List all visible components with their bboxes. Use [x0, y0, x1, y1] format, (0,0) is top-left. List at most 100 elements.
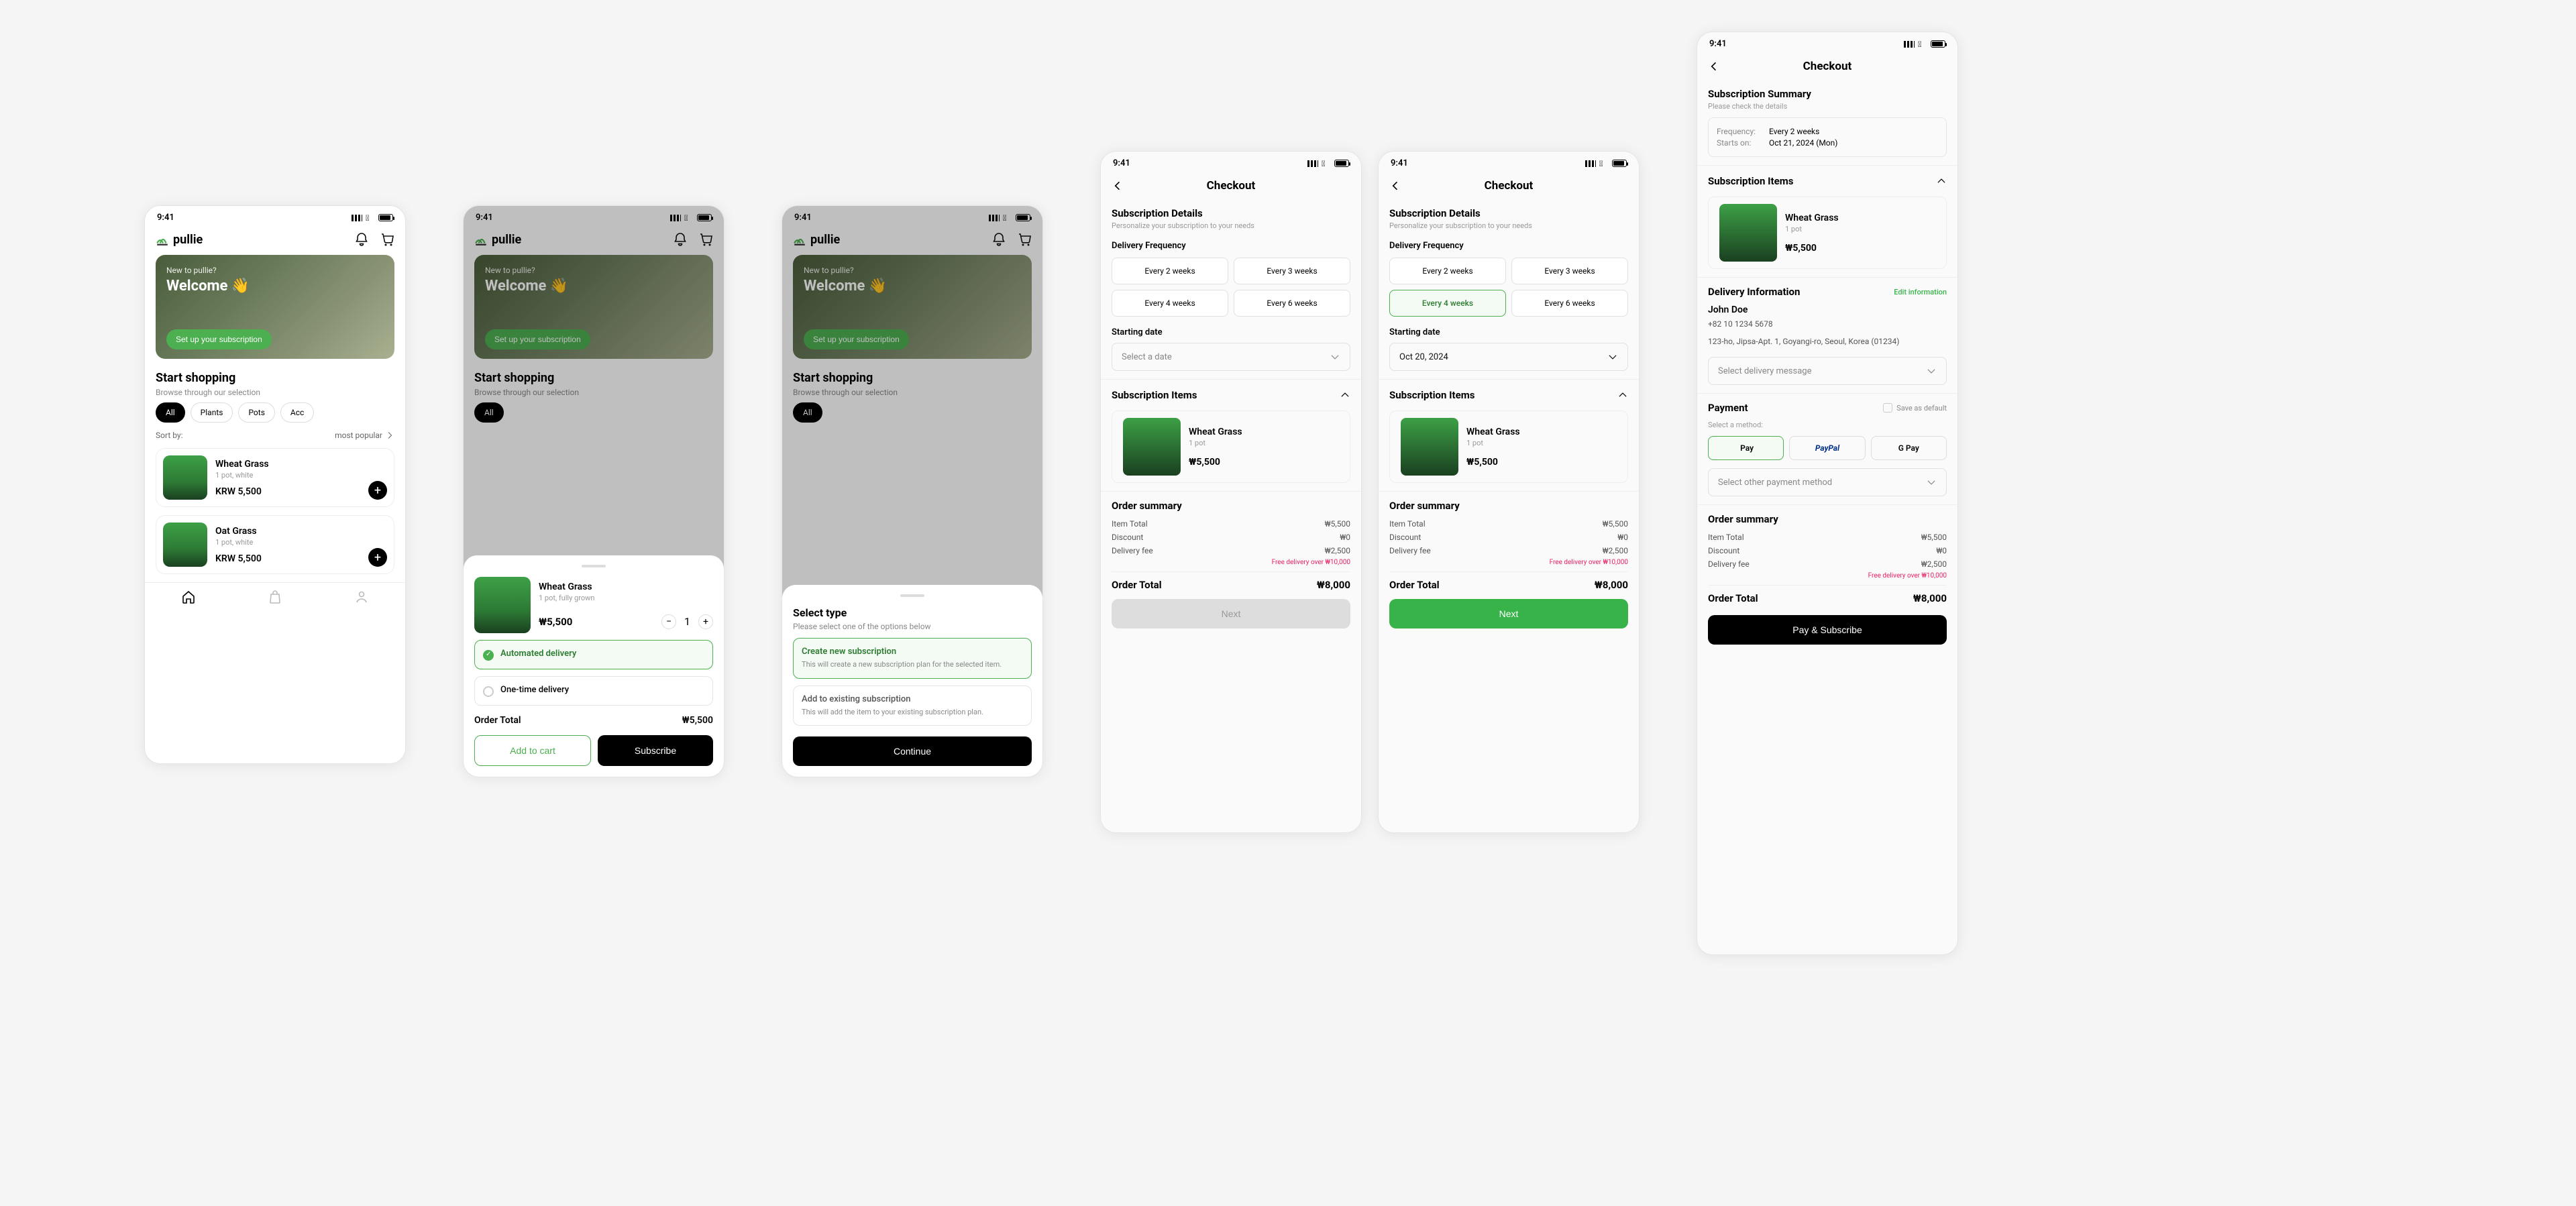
apple-pay-button[interactable]: Pay — [1708, 436, 1784, 460]
logo-icon — [156, 233, 169, 246]
subscription-items-header[interactable]: Subscription Items — [1697, 165, 1957, 197]
increase-button[interactable]: + — [698, 614, 713, 629]
tab-home[interactable] — [181, 590, 196, 604]
notifications-icon[interactable] — [354, 232, 369, 247]
delivery-label: Delivery fee — [1112, 546, 1153, 555]
chevron-down-icon — [1330, 351, 1340, 362]
section-title: Subscription Details — [1112, 207, 1350, 219]
sheet-grabber[interactable] — [900, 594, 924, 597]
subscription-items-header[interactable]: Subscription Items — [1379, 379, 1639, 410]
status-time: 9:41 — [1709, 39, 1727, 49]
continue-button[interactable]: Continue — [793, 736, 1032, 766]
item-total-label: Item Total — [1389, 519, 1426, 529]
screen-checkout-final: 9:41 􀙇 Checkout Subscription Summary Ple… — [1697, 32, 1958, 955]
wifi-icon: 􀙇 — [366, 213, 375, 223]
order-total-label: Order Total — [1112, 579, 1162, 591]
item-name: Wheat Grass — [1189, 427, 1242, 437]
discount-label: Discount — [1389, 533, 1421, 542]
paypal-label: PayPal — [1815, 443, 1839, 453]
category-chip-plants[interactable]: Plants — [191, 402, 233, 423]
product-price: ₩5,500 — [539, 616, 572, 628]
option-automated-delivery[interactable]: Automated delivery — [474, 640, 713, 669]
subscription-items-header[interactable]: Subscription Items — [1101, 379, 1361, 410]
sort-row[interactable]: Sort by: most popular — [145, 423, 405, 448]
option-label: Automated delivery — [500, 649, 576, 659]
freq-6-weeks[interactable]: Every 6 weeks — [1511, 290, 1628, 317]
freq-4-weeks[interactable]: Every 4 weeks — [1389, 290, 1506, 317]
add-to-cart-button[interactable]: Add to cart — [474, 735, 591, 766]
item-name: Wheat Grass — [1785, 213, 1839, 223]
start-date-select[interactable]: Oct 20, 2024 — [1389, 343, 1628, 371]
category-chip-acc[interactable]: Acc — [280, 402, 314, 423]
product-card[interactable]: Wheat Grass 1 pot, white KRW 5,500 + — [156, 448, 394, 507]
battery-icon — [1931, 40, 1945, 48]
start-date-value: Oct 20, 2024 — [1399, 352, 1448, 362]
delivery-label: Delivery fee — [1708, 559, 1750, 569]
add-to-cart-icon[interactable]: + — [368, 548, 387, 567]
add-item-sheet: Wheat Grass 1 pot, fully grown ₩5,500 − … — [464, 555, 724, 777]
screen-add-item: 9:41 􀙇 pullie New to pullie? Welcome 👋 S… — [463, 205, 724, 777]
option-onetime-delivery[interactable]: One-time delivery — [474, 676, 713, 706]
item-total-value: ₩5,500 — [1325, 519, 1350, 529]
option-add-existing-subscription[interactable]: Add to existing subscription This will a… — [793, 686, 1032, 726]
other-payment-select[interactable]: Select other payment method — [1708, 468, 1947, 496]
brand[interactable]: pullie — [156, 233, 203, 247]
back-button[interactable] — [1708, 60, 1720, 72]
back-button[interactable] — [1112, 180, 1124, 192]
shop-subheading: Browse through our selection — [156, 388, 394, 397]
item-image — [1401, 418, 1458, 476]
subscribe-button[interactable]: Subscribe — [598, 735, 713, 766]
sheet-grabber[interactable] — [582, 565, 606, 567]
product-price: KRW 5,500 — [215, 553, 387, 564]
frequency-label: Delivery Frequency — [1389, 241, 1628, 251]
signal-icon — [352, 215, 362, 221]
discount-label: Discount — [1708, 546, 1739, 555]
category-chip-pots[interactable]: Pots — [238, 402, 274, 423]
category-chips: All Plants Pots Acc — [145, 402, 405, 423]
starts-on-key: Starts on: — [1717, 138, 1764, 148]
save-default-checkbox[interactable] — [1883, 403, 1892, 413]
decrease-button[interactable]: − — [661, 614, 676, 629]
delivery-message-select[interactable]: Select delivery message — [1708, 357, 1947, 385]
quantity-stepper: − 1 + — [661, 614, 713, 629]
item-total-value: ₩5,500 — [1921, 533, 1947, 542]
order-total-value: ₩8,000 — [1913, 592, 1947, 604]
section-title: Delivery Information — [1708, 286, 1800, 298]
page-title: Checkout — [1485, 179, 1534, 193]
cart-icon[interactable] — [380, 232, 394, 247]
section-title: Subscription Items — [1112, 389, 1197, 401]
freq-4-weeks[interactable]: Every 4 weeks — [1112, 290, 1228, 317]
freq-3-weeks[interactable]: Every 3 weeks — [1234, 258, 1350, 284]
option-label: Add to existing subscription — [802, 694, 983, 704]
delivery-value: ₩2,500 — [1603, 546, 1628, 555]
freq-3-weeks[interactable]: Every 3 weeks — [1511, 258, 1628, 284]
chevron-left-icon — [1112, 180, 1124, 192]
paypal-button[interactable]: PayPal — [1789, 436, 1865, 460]
pay-subscribe-button[interactable]: Pay & Subscribe — [1708, 615, 1947, 645]
product-card[interactable]: Oat Grass 1 pot, white KRW 5,500 + — [156, 515, 394, 574]
category-chip-all[interactable]: All — [156, 402, 185, 423]
setup-subscription-button[interactable]: Set up your subscription — [166, 329, 272, 349]
bag-icon — [268, 590, 282, 604]
item-meta: 1 pot — [1785, 225, 1839, 233]
app-header: pullie — [145, 227, 405, 255]
brand-name: pullie — [173, 233, 203, 247]
start-date-select[interactable]: Select a date — [1112, 343, 1350, 371]
edit-info-link[interactable]: Edit information — [1894, 288, 1947, 296]
next-button[interactable]: Next — [1389, 599, 1628, 628]
add-to-cart-icon[interactable]: + — [368, 481, 387, 500]
product-meta: 1 pot, fully grown — [539, 594, 713, 602]
back-button[interactable] — [1389, 180, 1401, 192]
wifi-icon: 􀙇 — [1599, 159, 1609, 168]
discount-label: Discount — [1112, 533, 1143, 542]
gpay-button[interactable]: G Pay — [1871, 436, 1947, 460]
freq-6-weeks[interactable]: Every 6 weeks — [1234, 290, 1350, 317]
tab-orders[interactable] — [268, 590, 282, 604]
tab-profile[interactable] — [354, 590, 369, 604]
product-image — [163, 523, 207, 567]
product-price: KRW 5,500 — [215, 486, 387, 497]
freq-2-weeks[interactable]: Every 2 weeks — [1389, 258, 1506, 284]
section-title: Subscription Items — [1708, 175, 1793, 187]
freq-2-weeks[interactable]: Every 2 weeks — [1112, 258, 1228, 284]
option-create-subscription[interactable]: Create new subscription This will create… — [793, 638, 1032, 678]
